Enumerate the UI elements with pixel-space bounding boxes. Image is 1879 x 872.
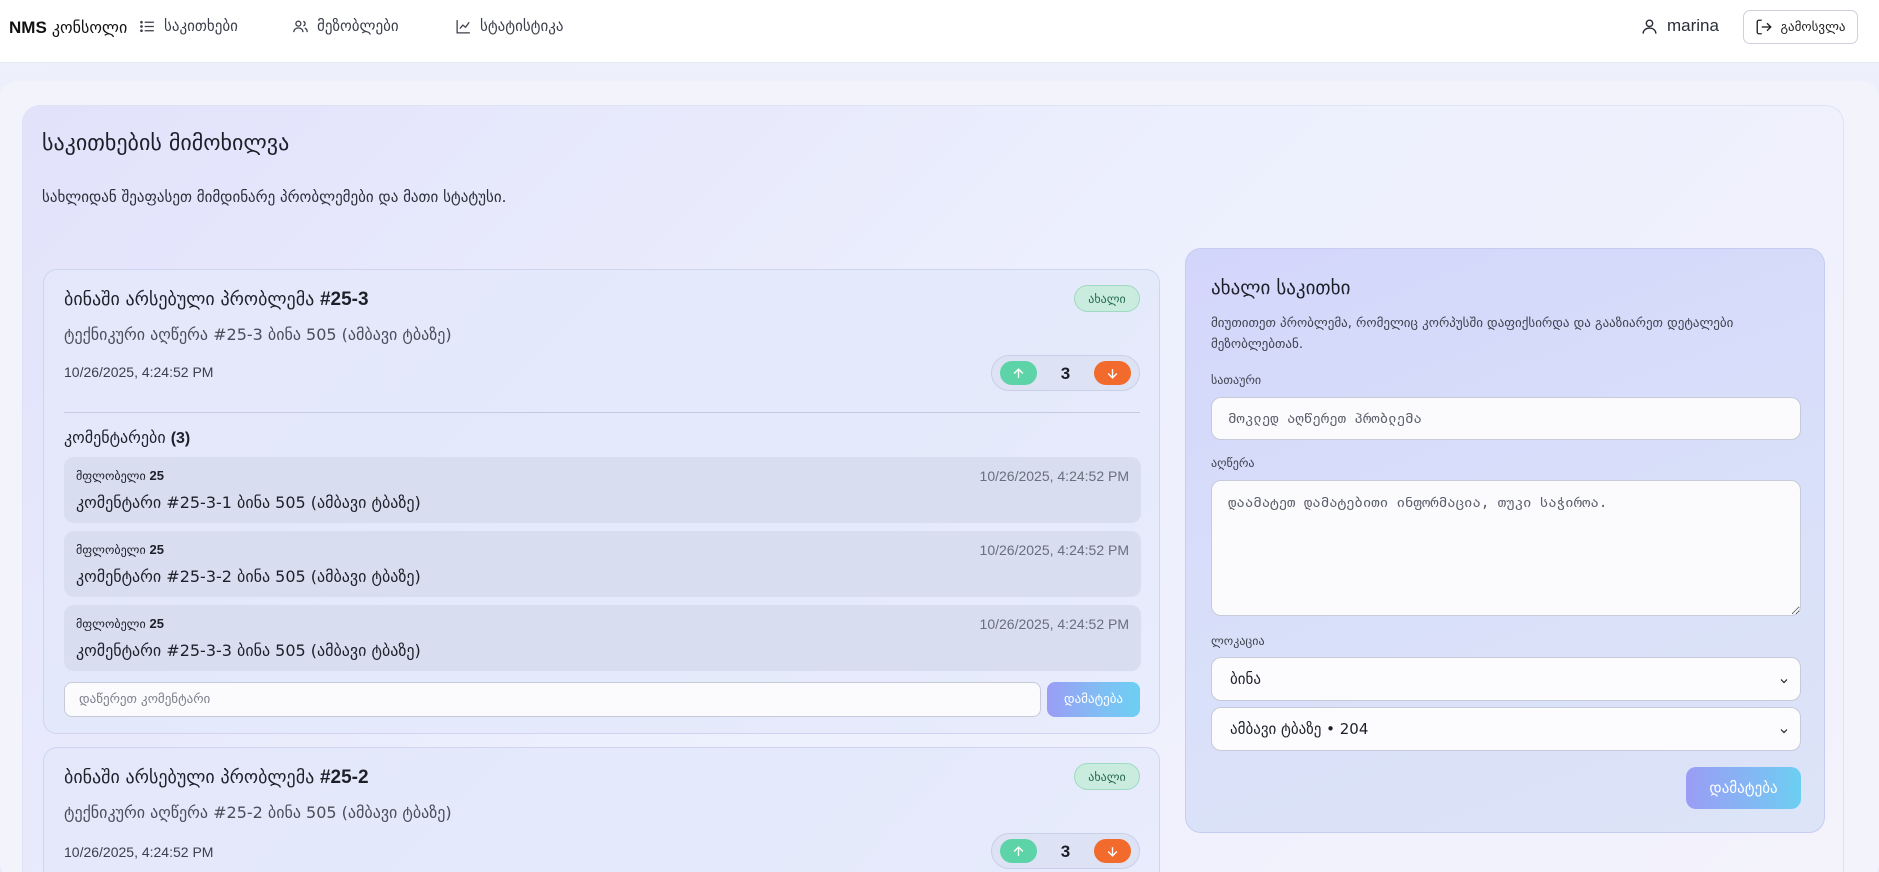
issue-description: ტექნიკური აღწერა #25-3 ბინა 505 (ამბავი … xyxy=(64,325,452,344)
comment-author: მფლობელი 25 xyxy=(76,468,164,483)
author-prefix: მფლობელი xyxy=(76,469,146,483)
vote-widget: 3 xyxy=(991,833,1140,869)
divider xyxy=(64,412,1140,413)
issue-card: ბინაში არსებული პრობლემა #25-2 ახალი ტექ… xyxy=(43,747,1160,872)
comment-time: 10/26/2025, 4:24:52 PM xyxy=(979,542,1129,558)
nav-item-issues[interactable]: საკითხები xyxy=(139,17,238,35)
chart-icon xyxy=(456,19,470,34)
arrow-down-icon xyxy=(1107,846,1118,857)
vote-widget: 3 xyxy=(991,355,1140,391)
issue-title-prefix: ბინაში არსებული პრობლემა xyxy=(64,289,315,310)
comment-text: კომენტარი #25-3-1 ბინა 505 (ამბავი ტბაზე… xyxy=(76,493,421,512)
new-issue-description: მიუთითეთ პრობლემა, რომელიც კორპუსში დაფი… xyxy=(1211,316,1734,352)
comment-time: 10/26/2025, 4:24:52 PM xyxy=(979,468,1129,484)
issue-title: ბინაში არსებული პრობლემა #25-2 xyxy=(64,767,369,789)
location-value: ამბავი ტბაზე • 204 xyxy=(1230,720,1369,738)
logout-label: გამოსვლა xyxy=(1780,19,1846,35)
brand-bold: NMS xyxy=(9,18,47,37)
comment-item: მფლობელი 25 10/26/2025, 4:24:52 PM კომენ… xyxy=(64,457,1141,523)
location-type-value: ბინა xyxy=(1230,670,1261,688)
arrow-down-icon xyxy=(1107,368,1118,379)
submit-issue-button[interactable]: დამატება xyxy=(1686,767,1801,809)
username: marina xyxy=(1667,16,1719,35)
users-icon xyxy=(293,20,308,32)
new-issue-title: ახალი საკითხი xyxy=(1211,277,1351,299)
author-prefix: მფლობელი xyxy=(76,543,146,557)
comments-label: კომენტარები xyxy=(64,428,166,447)
issue-title-prefix: ბინაში არსებული პრობლემა xyxy=(64,767,315,788)
page-subtitle: სახლიდან შეაფასეთ მიმდინარე პრობლემები დ… xyxy=(42,188,507,206)
user-menu[interactable]: marina xyxy=(1640,16,1719,36)
nav-item-label: მეზობლები xyxy=(317,17,399,35)
comment-text: კომენტარი #25-3-2 ბინა 505 (ამბავი ტბაზე… xyxy=(76,567,421,586)
issue-id: #25-3 xyxy=(319,289,369,310)
author-number: 25 xyxy=(149,616,164,631)
comment-text: კომენტარი #25-3-3 ბინა 505 (ამბავი ტბაზე… xyxy=(76,641,421,660)
comment-time: 10/26/2025, 4:24:52 PM xyxy=(979,616,1129,632)
brand-rest: კონსოლი xyxy=(51,18,128,37)
comment-author: მფლობელი 25 xyxy=(76,542,164,557)
chevron-down-icon xyxy=(1778,723,1790,735)
status-badge: ახალი xyxy=(1074,285,1140,312)
description-field-label: აღწერა xyxy=(1211,456,1255,470)
add-comment-button[interactable]: დამატება xyxy=(1047,682,1140,717)
issue-date: 10/26/2025, 4:24:52 PM xyxy=(64,844,214,860)
downvote-button[interactable] xyxy=(1094,361,1131,385)
issue-title: ბინაში არსებული პრობლემა #25-3 xyxy=(64,289,369,311)
nav-item-statistics[interactable]: სტატისტიკა xyxy=(455,17,564,35)
author-number: 25 xyxy=(149,542,164,557)
author-prefix: მფლობელი xyxy=(76,617,146,631)
downvote-button[interactable] xyxy=(1094,839,1131,863)
nav-item-neighbors[interactable]: მეზობლები xyxy=(292,17,399,35)
comment-item: მფლობელი 25 10/26/2025, 4:24:52 PM კომენ… xyxy=(64,531,1141,597)
logout-button[interactable]: გამოსვლა xyxy=(1743,10,1858,44)
author-number: 25 xyxy=(149,468,164,483)
comments-count: (3) xyxy=(170,430,191,447)
issue-card: ბინაში არსებული პრობლემა #25-3 ახალი ტექ… xyxy=(43,269,1160,734)
nav-item-label: სტატისტიკა xyxy=(480,17,564,35)
comment-input[interactable] xyxy=(64,682,1041,717)
new-issue-panel: ახალი საკითხი მიუთითეთ პრობლემა, რომელიც… xyxy=(1185,248,1825,833)
status-badge: ახალი xyxy=(1074,763,1140,790)
issue-date: 10/26/2025, 4:24:52 PM xyxy=(64,364,214,380)
comment-item: მფლობელი 25 10/26/2025, 4:24:52 PM კომენ… xyxy=(64,605,1141,671)
location-type-select[interactable]: ბინა xyxy=(1211,657,1801,701)
title-input[interactable] xyxy=(1211,397,1801,440)
brand[interactable]: NMS კონსოლი xyxy=(9,18,127,38)
chevron-down-icon xyxy=(1778,673,1790,685)
description-textarea[interactable] xyxy=(1211,480,1801,616)
location-field-label: ლოკაცია xyxy=(1211,634,1265,648)
nav-item-label: საკითხები xyxy=(164,17,238,35)
location-select[interactable]: ამბავი ტბაზე • 204 xyxy=(1211,707,1801,751)
issue-id: #25-2 xyxy=(319,767,369,788)
comments-heading: კომენტარები (3) xyxy=(64,428,190,448)
title-field-label: სათაური xyxy=(1211,373,1262,387)
list-icon xyxy=(140,20,154,32)
logout-icon xyxy=(1757,19,1773,35)
issue-description: ტექნიკური აღწერა #25-2 ბინა 505 (ამბავი … xyxy=(64,803,452,822)
page-title: საკითხების მიმოხილვა xyxy=(42,131,290,156)
comment-author: მფლობელი 25 xyxy=(76,616,164,631)
user-icon xyxy=(1642,18,1657,34)
top-navigation: NMS კონსოლი საკითხები მეზობლები სტატისტი… xyxy=(0,0,1879,63)
